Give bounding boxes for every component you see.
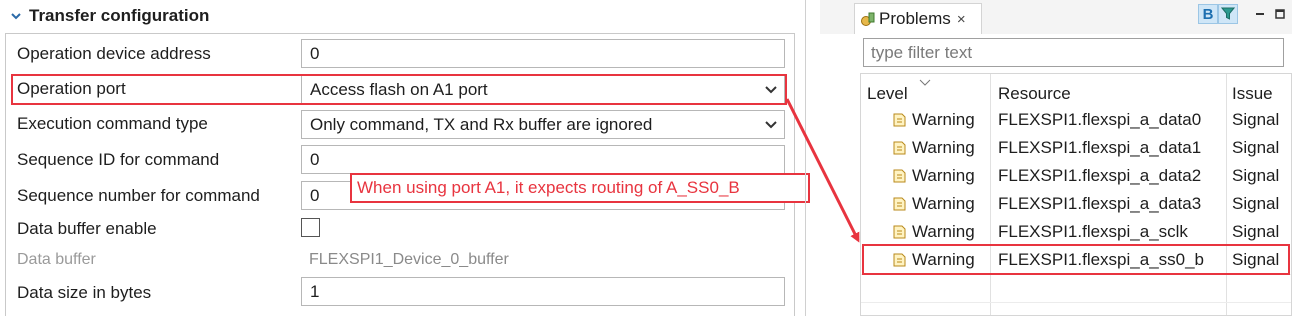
label-data-buffer: Data buffer xyxy=(17,251,96,268)
label-sequence-id: Sequence ID for command xyxy=(17,150,220,169)
warning-icon xyxy=(891,140,907,156)
table-row[interactable]: Warning FLEXSPI1.flexspi_a_data3 Signal xyxy=(861,190,1291,218)
sequence-id-input[interactable]: 0 xyxy=(301,145,785,174)
issue-cell: Signal xyxy=(1232,194,1280,213)
warning-icon xyxy=(891,112,907,128)
level-label: Warning xyxy=(912,222,975,241)
maximize-icon[interactable] xyxy=(1270,4,1290,24)
issue-cell: Signal xyxy=(1232,222,1280,241)
tab-problems[interactable]: Problems × xyxy=(854,3,982,34)
label-data-size: Data size in bytes xyxy=(17,283,152,302)
label-sequence-number: Sequence number for command xyxy=(17,186,260,205)
table-row[interactable]: Warning FLEXSPI1.flexspi_a_data0 Signal xyxy=(861,106,1291,134)
execution-command-type-select[interactable]: Only command, TX and Rx buffer are ignor… xyxy=(301,110,785,139)
warning-icon xyxy=(891,196,907,212)
table-row[interactable]: Warning FLEXSPI1.flexspi_a_data1 Signal xyxy=(861,134,1291,162)
resource-cell: FLEXSPI1.flexspi_a_data2 xyxy=(998,166,1202,185)
label-data-buffer-enable: Data buffer enable xyxy=(17,219,157,238)
filter-icon[interactable] xyxy=(1218,4,1238,24)
operation-device-address-input[interactable]: 0 xyxy=(301,39,785,68)
view-tab-bar: Problems × B xyxy=(820,0,1292,34)
problems-icon xyxy=(860,11,876,27)
warning-icon xyxy=(891,168,907,184)
column-header-level[interactable]: Level xyxy=(867,84,908,104)
issue-cell: Signal xyxy=(1232,138,1280,157)
table-row[interactable]: Warning FLEXSPI1.flexspi_a_data2 Signal xyxy=(861,162,1291,190)
filter-input[interactable]: type filter text xyxy=(863,38,1284,67)
transfer-configuration-panel: Transfer configuration Operation device … xyxy=(0,0,810,316)
minimize-icon[interactable] xyxy=(1250,4,1270,24)
resource-cell: FLEXSPI1.flexspi_a_data0 xyxy=(998,110,1202,129)
column-header-issue[interactable]: Issue xyxy=(1232,84,1273,104)
section-header[interactable]: Transfer configuration xyxy=(0,0,806,32)
tab-label: Problems xyxy=(879,9,951,28)
table-row[interactable]: Warning FLEXSPI1.flexspi_a_sclk Signal xyxy=(861,218,1291,246)
panel-divider xyxy=(805,0,806,316)
data-size-input[interactable]: 1 xyxy=(301,277,785,306)
b-toggle-button[interactable]: B xyxy=(1198,4,1218,24)
level-label: Warning xyxy=(912,166,975,185)
issue-cell: Signal xyxy=(1232,110,1280,129)
label-operation-device-address: Operation device address xyxy=(17,44,211,63)
resource-cell: FLEXSPI1.flexspi_a_sclk xyxy=(998,222,1188,241)
chevron-down-icon[interactable] xyxy=(9,9,23,23)
problem-row-highlight xyxy=(862,244,1290,275)
resource-cell: FLEXSPI1.flexspi_a_data3 xyxy=(998,194,1202,213)
column-header-resource[interactable]: Resource xyxy=(998,84,1071,104)
data-buffer-value: FLEXSPI1_Device_0_buffer xyxy=(309,251,509,268)
label-execution-command-type: Execution command type xyxy=(17,114,208,133)
problems-table: Level Resource Issue Warning FLEXSPI1.fl… xyxy=(860,73,1292,316)
level-label: Warning xyxy=(912,138,975,157)
issue-cell: Signal xyxy=(1232,166,1280,185)
operation-port-highlight xyxy=(11,74,787,105)
section-title: Transfer configuration xyxy=(29,6,210,25)
resource-cell: FLEXSPI1.flexspi_a_data1 xyxy=(998,138,1202,157)
row-divider xyxy=(861,302,1291,303)
chevron-down-icon[interactable] xyxy=(758,111,784,138)
annotation-callout: When using port A1, it expects routing o… xyxy=(350,173,810,203)
data-buffer-enable-checkbox[interactable] xyxy=(301,218,320,237)
warning-icon xyxy=(891,224,907,240)
close-icon[interactable]: × xyxy=(957,11,966,28)
level-label: Warning xyxy=(912,110,975,129)
level-label: Warning xyxy=(912,194,975,213)
sort-indicator-icon xyxy=(919,75,931,89)
